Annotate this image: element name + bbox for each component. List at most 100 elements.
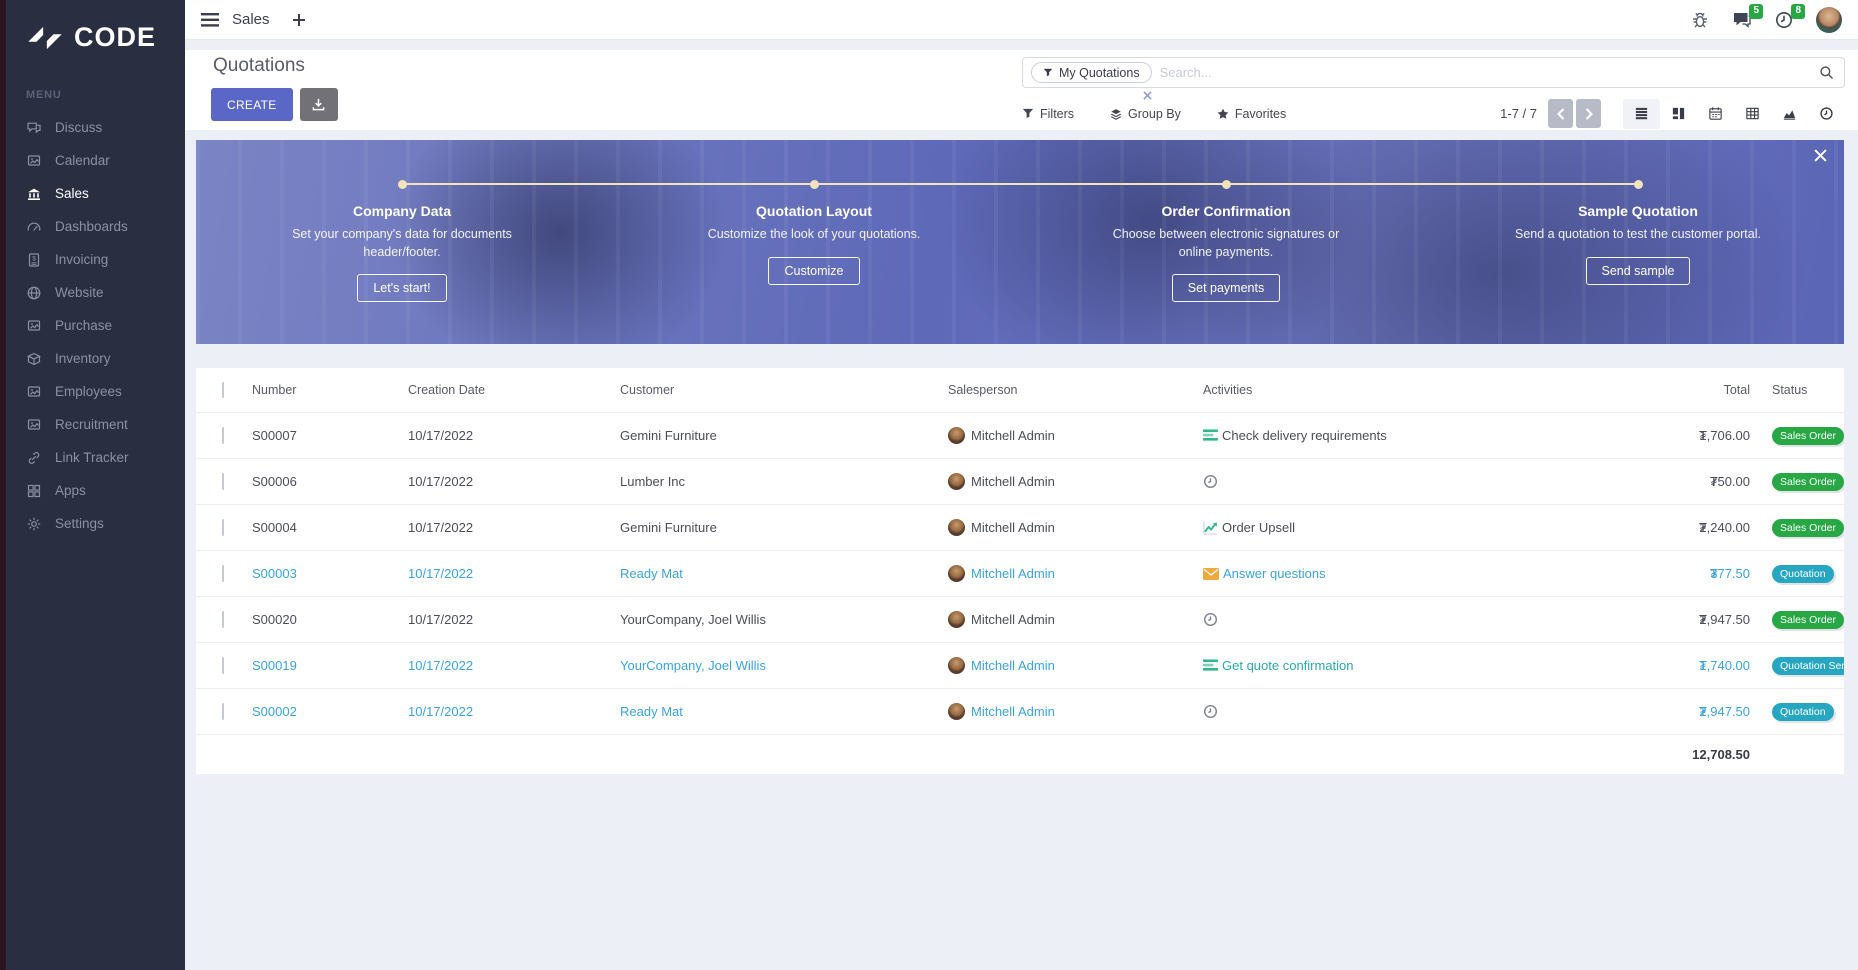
messages-icon[interactable]: 5 bbox=[1732, 10, 1752, 30]
sidebar-item-sales[interactable]: Sales bbox=[6, 177, 185, 210]
table-row[interactable]: S00020 10/17/2022 YourCompany, Joel Will… bbox=[196, 596, 1844, 642]
step-dot bbox=[398, 180, 407, 189]
sidebar-item-calendar[interactable]: Calendar bbox=[6, 144, 185, 177]
sidebar-item-recruitment[interactable]: Recruitment bbox=[6, 408, 185, 441]
hamburger-menu-icon[interactable] bbox=[201, 13, 219, 27]
row-checkbox[interactable] bbox=[222, 657, 224, 674]
calendar-view-button[interactable] bbox=[1697, 99, 1734, 129]
sidebar-item-link-tracker[interactable]: Link Tracker bbox=[6, 441, 185, 474]
sidebar-item-employees[interactable]: Employees bbox=[6, 375, 185, 408]
cell-creation-date: 10/17/2022 bbox=[408, 612, 620, 627]
lets-start-button[interactable]: Let's start! bbox=[357, 274, 446, 302]
banner-close-icon[interactable] bbox=[1814, 149, 1827, 162]
set-payments-button[interactable]: Set payments bbox=[1172, 274, 1280, 302]
column-header-status[interactable]: Status bbox=[1750, 383, 1844, 397]
list-view-button[interactable] bbox=[1623, 99, 1660, 129]
search-facet-chip[interactable]: My Quotations bbox=[1031, 62, 1152, 83]
column-header-creation-date[interactable]: Creation Date bbox=[408, 383, 620, 397]
status-badge: Quotation bbox=[1772, 565, 1834, 583]
debug-bug-icon[interactable] bbox=[1690, 10, 1710, 30]
activity-cell[interactable]: Check delivery requirements bbox=[1203, 428, 1583, 443]
chevron-left-icon bbox=[1557, 108, 1565, 120]
column-header-customer[interactable]: Customer bbox=[620, 383, 948, 397]
activity-cell[interactable] bbox=[1203, 474, 1583, 489]
favorites-button[interactable]: Favorites bbox=[1217, 107, 1286, 121]
graph-view-button[interactable] bbox=[1771, 99, 1808, 129]
chat-icon bbox=[26, 120, 42, 136]
send-sample-button[interactable]: Send sample bbox=[1586, 257, 1691, 285]
star-icon bbox=[1217, 108, 1229, 120]
activity-cell[interactable] bbox=[1203, 612, 1583, 627]
activity-view-button[interactable] bbox=[1808, 99, 1845, 129]
sidebar-item-website[interactable]: Website bbox=[6, 276, 185, 309]
onboarding-banner: Company Data Set your company's data for… bbox=[196, 140, 1844, 344]
table-row[interactable]: S00002 10/17/2022 Ready Mat Mitchell Adm… bbox=[196, 688, 1844, 734]
app-title[interactable]: Sales bbox=[232, 11, 270, 28]
cell-number: S00003 bbox=[252, 566, 408, 581]
sidebar-item-dashboards[interactable]: Dashboards bbox=[6, 210, 185, 243]
row-checkbox[interactable] bbox=[222, 519, 224, 536]
sidebar-item-label: Calendar bbox=[55, 153, 110, 168]
app-window: CODE MENU Discuss Calendar Sales Dashboa… bbox=[0, 0, 1858, 970]
sidebar-item-purchase[interactable]: Purchase bbox=[6, 309, 185, 342]
table-row[interactable]: S00006 10/17/2022 Lumber Inc Mitchell Ad… bbox=[196, 458, 1844, 504]
activity-cell[interactable] bbox=[1203, 704, 1583, 719]
step-dot bbox=[810, 180, 819, 189]
cell-creation-date: 10/17/2022 bbox=[408, 520, 620, 535]
activities-clock-icon[interactable]: 8 bbox=[1774, 10, 1794, 30]
select-all-checkbox[interactable] bbox=[222, 382, 224, 398]
sidebar-item-invoicing[interactable]: $ Invoicing bbox=[6, 243, 185, 276]
step-title: Quotation Layout bbox=[608, 203, 1020, 219]
sidebar-item-settings[interactable]: Settings bbox=[6, 507, 185, 540]
cell-customer: YourCompany, Joel Willis bbox=[620, 612, 948, 627]
quotations-table: Number Creation Date Customer Salesperso… bbox=[196, 368, 1844, 774]
screen-icon bbox=[26, 153, 42, 169]
row-checkbox[interactable] bbox=[222, 611, 224, 628]
brand-logo[interactable]: CODE bbox=[6, 0, 185, 61]
globe-icon bbox=[26, 285, 42, 301]
search-bar[interactable]: My Quotations bbox=[1022, 57, 1845, 88]
sidebar-item-discuss[interactable]: Discuss bbox=[6, 111, 185, 144]
kanban-view-button[interactable] bbox=[1660, 99, 1697, 129]
sidebar-item-inventory[interactable]: Inventory bbox=[6, 342, 185, 375]
cell-total: ₮2,240.00 bbox=[1583, 520, 1750, 535]
sidebar-item-label: Apps bbox=[55, 483, 86, 498]
row-checkbox[interactable] bbox=[222, 703, 224, 720]
column-header-activities[interactable]: Activities bbox=[1203, 383, 1583, 397]
column-header-salesperson[interactable]: Salesperson bbox=[948, 383, 1203, 397]
pager-previous-button[interactable] bbox=[1548, 99, 1573, 128]
sidebar-item-apps[interactable]: Apps bbox=[6, 474, 185, 507]
user-avatar[interactable] bbox=[1816, 7, 1842, 33]
activity-cell[interactable]: Answer questions bbox=[1203, 566, 1583, 581]
column-header-total[interactable]: Total bbox=[1583, 383, 1750, 397]
table-row[interactable]: S00003 10/17/2022 Ready Mat Mitchell Adm… bbox=[196, 550, 1844, 596]
cell-salesperson: Mitchell Admin bbox=[971, 474, 1055, 489]
status-badge: Sales Order bbox=[1772, 473, 1844, 491]
sum-total: 12,708.50 bbox=[1583, 747, 1750, 762]
activity-cell[interactable]: Get quote confirmation bbox=[1203, 658, 1583, 673]
create-button[interactable]: CREATE bbox=[211, 88, 293, 121]
add-tab-icon[interactable] bbox=[292, 13, 306, 27]
search-icon[interactable] bbox=[1819, 65, 1834, 80]
pivot-view-button[interactable] bbox=[1734, 99, 1771, 129]
group-by-button[interactable]: Group By bbox=[1110, 107, 1181, 121]
cell-salesperson: Mitchell Admin bbox=[971, 658, 1055, 673]
table-row[interactable]: S00019 10/17/2022 YourCompany, Joel Will… bbox=[196, 642, 1844, 688]
table-row[interactable]: S00007 10/17/2022 Gemini Furniture Mitch… bbox=[196, 412, 1844, 458]
table-row[interactable]: S00004 10/17/2022 Gemini Furniture Mitch… bbox=[196, 504, 1844, 550]
cell-total: ₮2,947.50 bbox=[1583, 612, 1750, 627]
cell-total: ₮750.00 bbox=[1583, 474, 1750, 489]
row-checkbox[interactable] bbox=[222, 565, 224, 582]
filters-button[interactable]: Filters bbox=[1022, 107, 1074, 121]
row-checkbox[interactable] bbox=[222, 427, 224, 444]
salesperson-avatar bbox=[948, 657, 965, 674]
sidebar-item-label: Discuss bbox=[55, 120, 102, 135]
cell-number: S00020 bbox=[252, 612, 408, 627]
activity-cell[interactable]: Order Upsell bbox=[1203, 520, 1583, 535]
column-header-number[interactable]: Number bbox=[252, 383, 408, 397]
pager-next-button[interactable] bbox=[1576, 99, 1601, 128]
search-input[interactable] bbox=[1160, 65, 1819, 80]
row-checkbox[interactable] bbox=[222, 473, 224, 490]
customize-button[interactable]: Customize bbox=[768, 257, 859, 285]
export-button[interactable] bbox=[300, 88, 338, 121]
